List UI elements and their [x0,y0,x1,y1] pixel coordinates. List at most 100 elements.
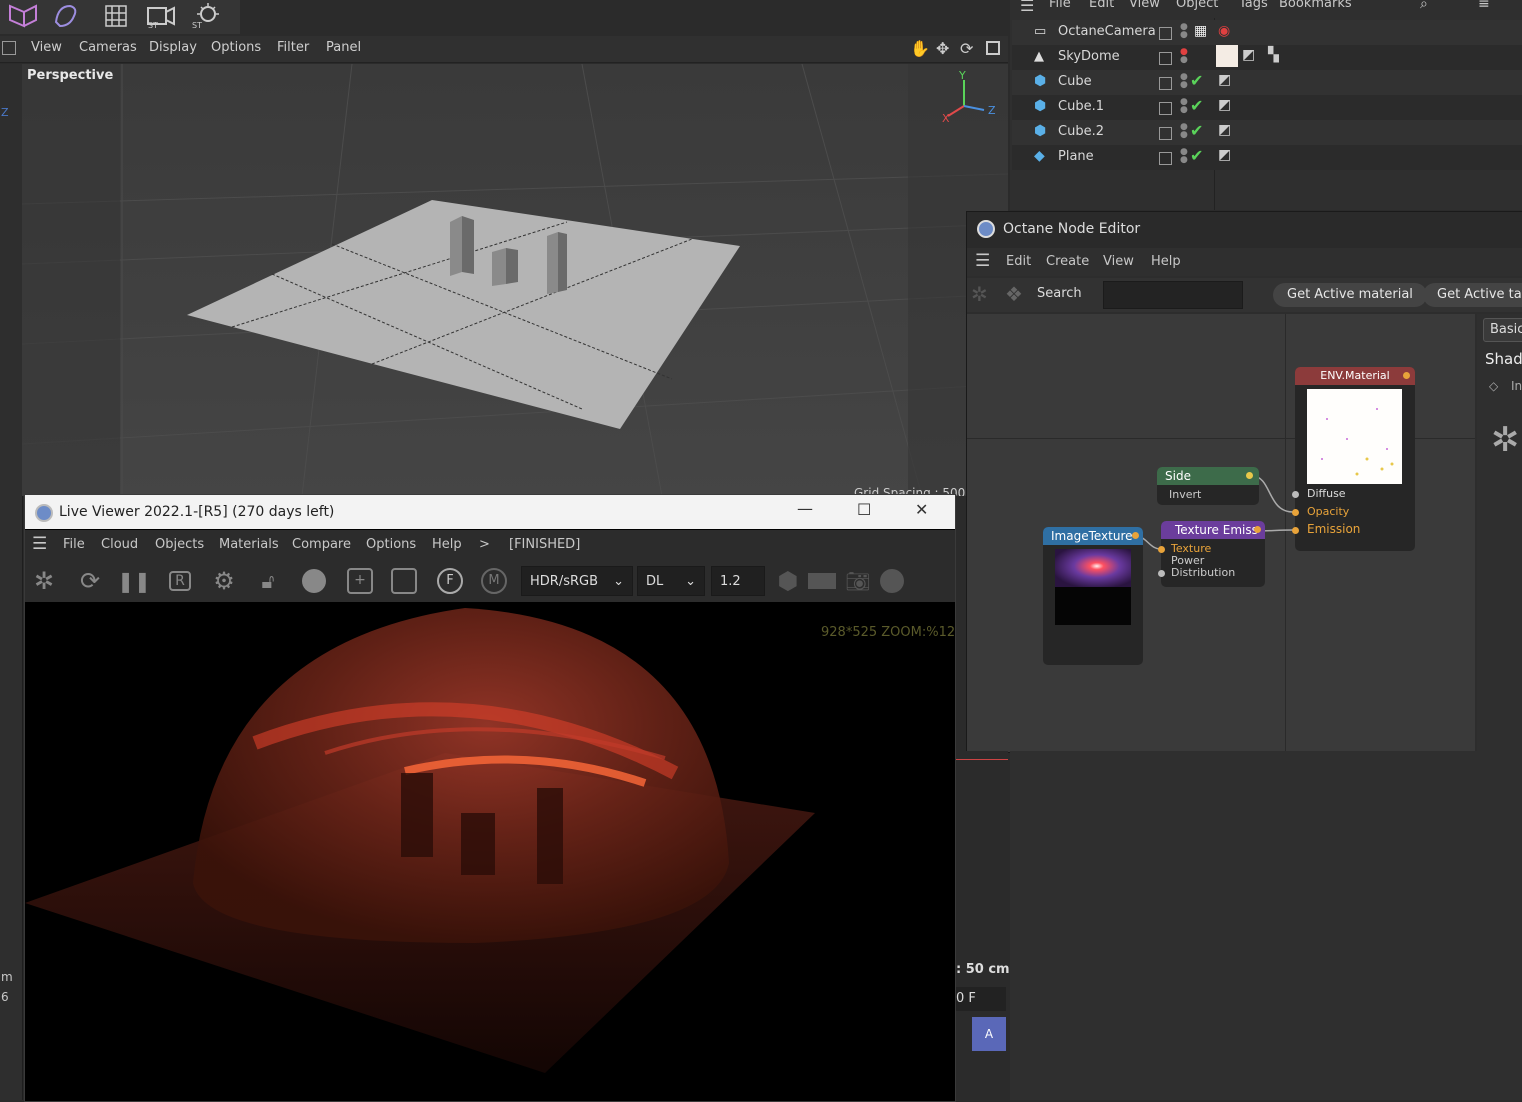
hamburger-icon[interactable]: ☰ [1020,0,1034,15]
lv-menu-cloud[interactable]: Cloud [101,537,138,552]
lock-icon[interactable]: 🔓︎ [253,567,283,595]
material-pick-icon[interactable]: M [479,567,509,595]
get-active-tag-button[interactable]: Get Active tag [1423,283,1522,307]
perspective-viewport[interactable]: Perspective Y X Z Grid Spacing : 500 [22,64,1008,496]
visibility-dots-icon[interactable]: ● ● [1180,73,1188,90]
display-tag-icon[interactable]: ◩ [1218,72,1231,88]
object-row-cube-2[interactable]: ⬢ Cube.2 ● ● ✔ ◩ [1012,120,1522,145]
om-menu-tags[interactable]: Tags [1239,0,1268,11]
edit-flag-icon[interactable] [1159,152,1172,165]
live-viewer-titlebar[interactable]: Live Viewer 2022.1-[R5] (270 days left) … [25,495,955,529]
object-row-cube-1[interactable]: ⬢ Cube.1 ● ● ✔ ◩ [1012,95,1522,120]
texture-port[interactable] [1158,546,1165,553]
tab-basic[interactable]: Basic [1483,318,1522,342]
target-tag-icon[interactable]: ▦ [1194,23,1207,39]
send-scene-icon[interactable]: ✲ [29,567,59,595]
color-space-select[interactable]: HDR/sRGB ⌄ [521,566,633,596]
settings-gear-icon[interactable]: ⚙ [209,567,239,595]
material-thumbnail[interactable] [1216,45,1238,67]
diffuse-port[interactable] [1292,491,1299,498]
panel-icon[interactable] [2,41,16,55]
edit-flag-icon[interactable] [1159,52,1172,65]
distribution-port[interactable] [1158,570,1165,577]
spline-icon[interactable] [46,0,86,32]
grid-icon[interactable] [96,0,136,32]
pause-icon[interactable]: ❚❚ [117,567,151,595]
render-output[interactable]: 928*525 ZOOM:%120 [25,603,955,1101]
enabled-check-icon[interactable]: ✔ [1190,96,1203,115]
om-menu-bookmarks[interactable]: Bookmarks [1279,0,1352,11]
object-row-cube[interactable]: ⬢ Cube ● ● ✔ ◩ [1012,70,1522,95]
camera-icon[interactable]: ST [140,0,180,32]
search-input[interactable] [1103,281,1243,309]
autokey-icon[interactable]: A [972,1017,1006,1051]
edit-flag-icon[interactable] [1159,102,1172,115]
lv-menu-file[interactable]: File [63,537,85,552]
image-texture-node[interactable]: ImageTexture [1043,527,1143,665]
snapshot-camera-icon[interactable]: 📷︎ [843,567,873,595]
ne-menu-help[interactable]: Help [1151,254,1181,269]
checker-tag-icon[interactable]: ▚ [1268,47,1279,63]
material-tag-icon[interactable]: ❖ [1005,282,1023,306]
menu-cameras[interactable]: Cameras [79,40,137,55]
ne-menu-edit[interactable]: Edit [1006,254,1031,269]
env-material-node[interactable]: ENV.Material Diffuse Opacity Emission [1292,367,1415,551]
enabled-check-icon[interactable]: ✔ [1190,71,1203,90]
node-editor-titlebar[interactable]: Octane Node Editor [967,212,1522,248]
output-port[interactable] [1132,532,1139,539]
lv-menu-help[interactable]: Help [432,537,462,552]
lv-menu-options[interactable]: Options [366,537,416,552]
small-region-icon[interactable] [389,567,419,595]
edit-flag-icon[interactable] [1159,77,1172,90]
enabled-check-icon[interactable]: ✔ [1190,121,1203,140]
octane-camera-tag-icon[interactable]: ◉ [1218,23,1230,39]
add-region-icon[interactable]: + [345,567,375,595]
visibility-dots-icon[interactable]: ● ● [1180,48,1188,65]
visibility-dots-icon[interactable]: ● ● [1180,123,1188,140]
edit-flag-icon[interactable] [1159,127,1172,140]
film-icon[interactable] [807,567,837,595]
minimize-button[interactable]: — [797,499,813,518]
display-tag-icon[interactable]: ◩ [1242,47,1255,63]
object-row-octanecamera[interactable]: ▭ OctaneCamera ● ● ▦ ◉ [1012,20,1522,45]
lv-menu-more[interactable]: > [479,537,490,552]
menu-options[interactable]: Options [211,40,261,55]
enabled-check-icon[interactable]: ✔ [1190,146,1203,165]
region-render-icon[interactable]: R [165,567,195,595]
ne-menu-create[interactable]: Create [1046,254,1089,269]
visibility-dots-icon[interactable]: ● ● [1180,148,1188,165]
emission-port[interactable] [1292,527,1299,534]
texture-emission-node[interactable]: Texture Emiss Texture Power Distribution [1158,521,1265,587]
node-graph-canvas[interactable]: ENV.Material Diffuse Opacity Emission Si… [967,314,1475,752]
lv-menu-materials[interactable]: Materials [219,537,279,552]
menu-panel[interactable]: Panel [326,40,361,55]
circle-icon[interactable] [877,567,907,595]
om-menu-object[interactable]: Object [1176,0,1218,11]
display-tag-icon[interactable]: ◩ [1218,147,1231,163]
output-port[interactable] [1254,526,1261,533]
object-icon[interactable] [2,0,42,32]
om-menu-file[interactable]: File [1049,0,1071,11]
filter-icon[interactable]: ≡ [1478,0,1490,12]
display-tag-icon[interactable]: ◩ [1218,122,1231,138]
menu-display[interactable]: Display [149,40,197,55]
edit-flag-icon[interactable] [1159,27,1172,40]
menu-filter[interactable]: Filter [277,40,309,55]
move-icon[interactable]: ✥ [936,39,949,58]
object-row-plane[interactable]: ◆ Plane ● ● ✔ ◩ [1012,145,1522,170]
maximize-button[interactable]: ☐ [857,500,871,519]
focus-pick-icon[interactable]: F [435,567,465,595]
frame-field[interactable]: 0 F [956,991,976,1006]
hamburger-icon[interactable]: ☰ [975,251,990,271]
object-row-skydome[interactable]: ▲ SkyDome ● ● ◩ ▚ [1012,45,1522,70]
hexagon-icon[interactable]: ⬢ [773,567,803,595]
lv-menu-objects[interactable]: Objects [155,537,204,552]
search-icon[interactable]: ⌕ [1420,0,1428,12]
opacity-port[interactable] [1292,509,1299,516]
output-port[interactable] [1403,372,1410,379]
close-button[interactable]: ✕ [915,500,928,519]
om-menu-view[interactable]: View [1129,0,1160,11]
rotate-icon[interactable]: ⟳ [960,39,973,58]
octane-gear-icon[interactable]: ✲ [971,282,988,306]
kernel-select[interactable]: DL ⌄ [637,566,705,596]
